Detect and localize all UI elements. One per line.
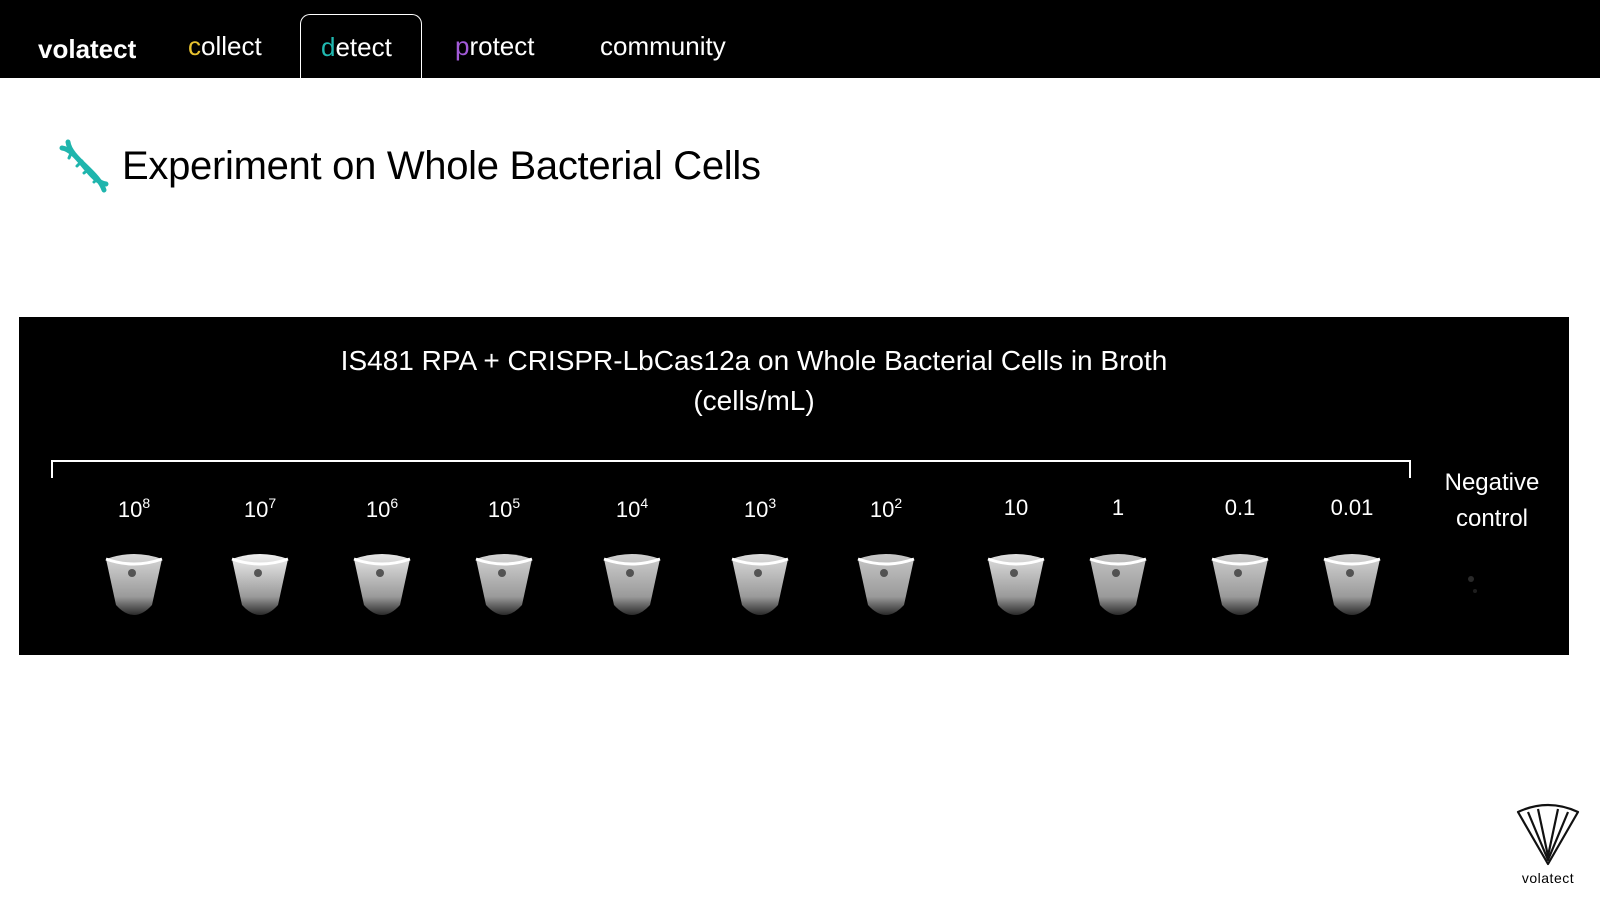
page-title: Experiment on Whole Bacterial Cells xyxy=(122,143,761,188)
volatect-logo-icon xyxy=(1516,803,1580,866)
nav-protect-first-letter: p xyxy=(455,31,470,61)
sample-label: 104 xyxy=(587,495,677,523)
sample-label: 102 xyxy=(841,495,931,523)
sample-label: 10 xyxy=(971,495,1061,521)
page-heading: Experiment on Whole Bacterial Cells xyxy=(56,138,761,194)
nav-protect-label: rotect xyxy=(469,31,535,61)
sample-label-exponent: 4 xyxy=(640,495,649,511)
nav-community-label: community xyxy=(600,31,726,61)
sample-label: 107 xyxy=(215,495,305,523)
negative-control-label: Negative control xyxy=(1427,465,1557,537)
volatect-logo: volatect xyxy=(1508,800,1588,890)
sample-label-base: 10 xyxy=(365,497,391,522)
sample-tube xyxy=(854,543,918,629)
negative-label-line1: Negative xyxy=(1444,469,1540,496)
sample-tube xyxy=(600,543,664,629)
sample-label: 105 xyxy=(459,495,549,523)
nav-detect-first-letter: d xyxy=(321,32,336,62)
sample-label-exponent: 3 xyxy=(768,495,777,511)
nav-detect[interactable]: detect xyxy=(300,14,422,78)
nav-collect-first-letter: c xyxy=(188,31,201,61)
sample-label-base: 1 xyxy=(1111,495,1125,520)
figure-title: IS481 RPA + CRISPR-LbCas12a on Whole Bac… xyxy=(19,341,1489,421)
sample-tube xyxy=(1320,543,1384,629)
sample-tube xyxy=(102,543,166,629)
sample-tube xyxy=(472,543,536,629)
negative-label-line2: control xyxy=(1455,505,1529,532)
nav-detect-label: etect xyxy=(335,32,392,62)
sample-label-exponent: 7 xyxy=(268,495,277,511)
sample-label-base: 10 xyxy=(615,497,641,522)
sample-label: 1 xyxy=(1073,495,1163,521)
sample-tube xyxy=(1086,543,1150,629)
sample-label-base: 10 xyxy=(743,497,769,522)
sample-tube xyxy=(228,543,292,629)
dilution-bracket xyxy=(51,460,1411,478)
sample-label-exponent: 8 xyxy=(142,495,151,511)
nav-protect[interactable]: protect xyxy=(455,14,535,78)
brand-link[interactable]: volatect xyxy=(38,20,136,84)
sample-label: 106 xyxy=(337,495,427,523)
sample-label-base: 0.1 xyxy=(1224,495,1256,520)
figure-title-line1: IS481 RPA + CRISPR-LbCas12a on Whole Bac… xyxy=(340,345,1168,376)
negative-control-tube xyxy=(1437,543,1501,629)
sample-label-base: 10 xyxy=(1003,495,1029,520)
sample-tube xyxy=(350,543,414,629)
sample-label-exponent: 5 xyxy=(512,495,521,511)
top-nav: volatect collect detect protect communit… xyxy=(0,0,1600,78)
sample-label: 0.1 xyxy=(1195,495,1285,521)
sample-label: 103 xyxy=(715,495,805,523)
figure-title-line2: (cells/mL) xyxy=(693,385,815,416)
nav-collect[interactable]: collect xyxy=(188,14,262,78)
sample-label: 108 xyxy=(89,495,179,523)
sample-label-base: 10 xyxy=(117,497,143,522)
sample-label-base: 10 xyxy=(487,497,513,522)
dna-icon xyxy=(59,139,109,193)
sample-label-base: 10 xyxy=(243,497,269,522)
sample-label-exponent: 6 xyxy=(390,495,399,511)
sample-tube xyxy=(984,543,1048,629)
logo-text: volatect xyxy=(1521,870,1575,886)
sample-label-base: 10 xyxy=(869,497,895,522)
experiment-figure: IS481 RPA + CRISPR-LbCas12a on Whole Bac… xyxy=(19,317,1569,655)
sample-tube xyxy=(1208,543,1272,629)
sample-label-base: 0.01 xyxy=(1330,495,1374,520)
sample-label-exponent: 2 xyxy=(894,495,903,511)
sample-tube xyxy=(728,543,792,629)
nav-community[interactable]: community xyxy=(600,14,726,78)
nav-collect-label: ollect xyxy=(201,31,262,61)
sample-label: 0.01 xyxy=(1307,495,1397,521)
